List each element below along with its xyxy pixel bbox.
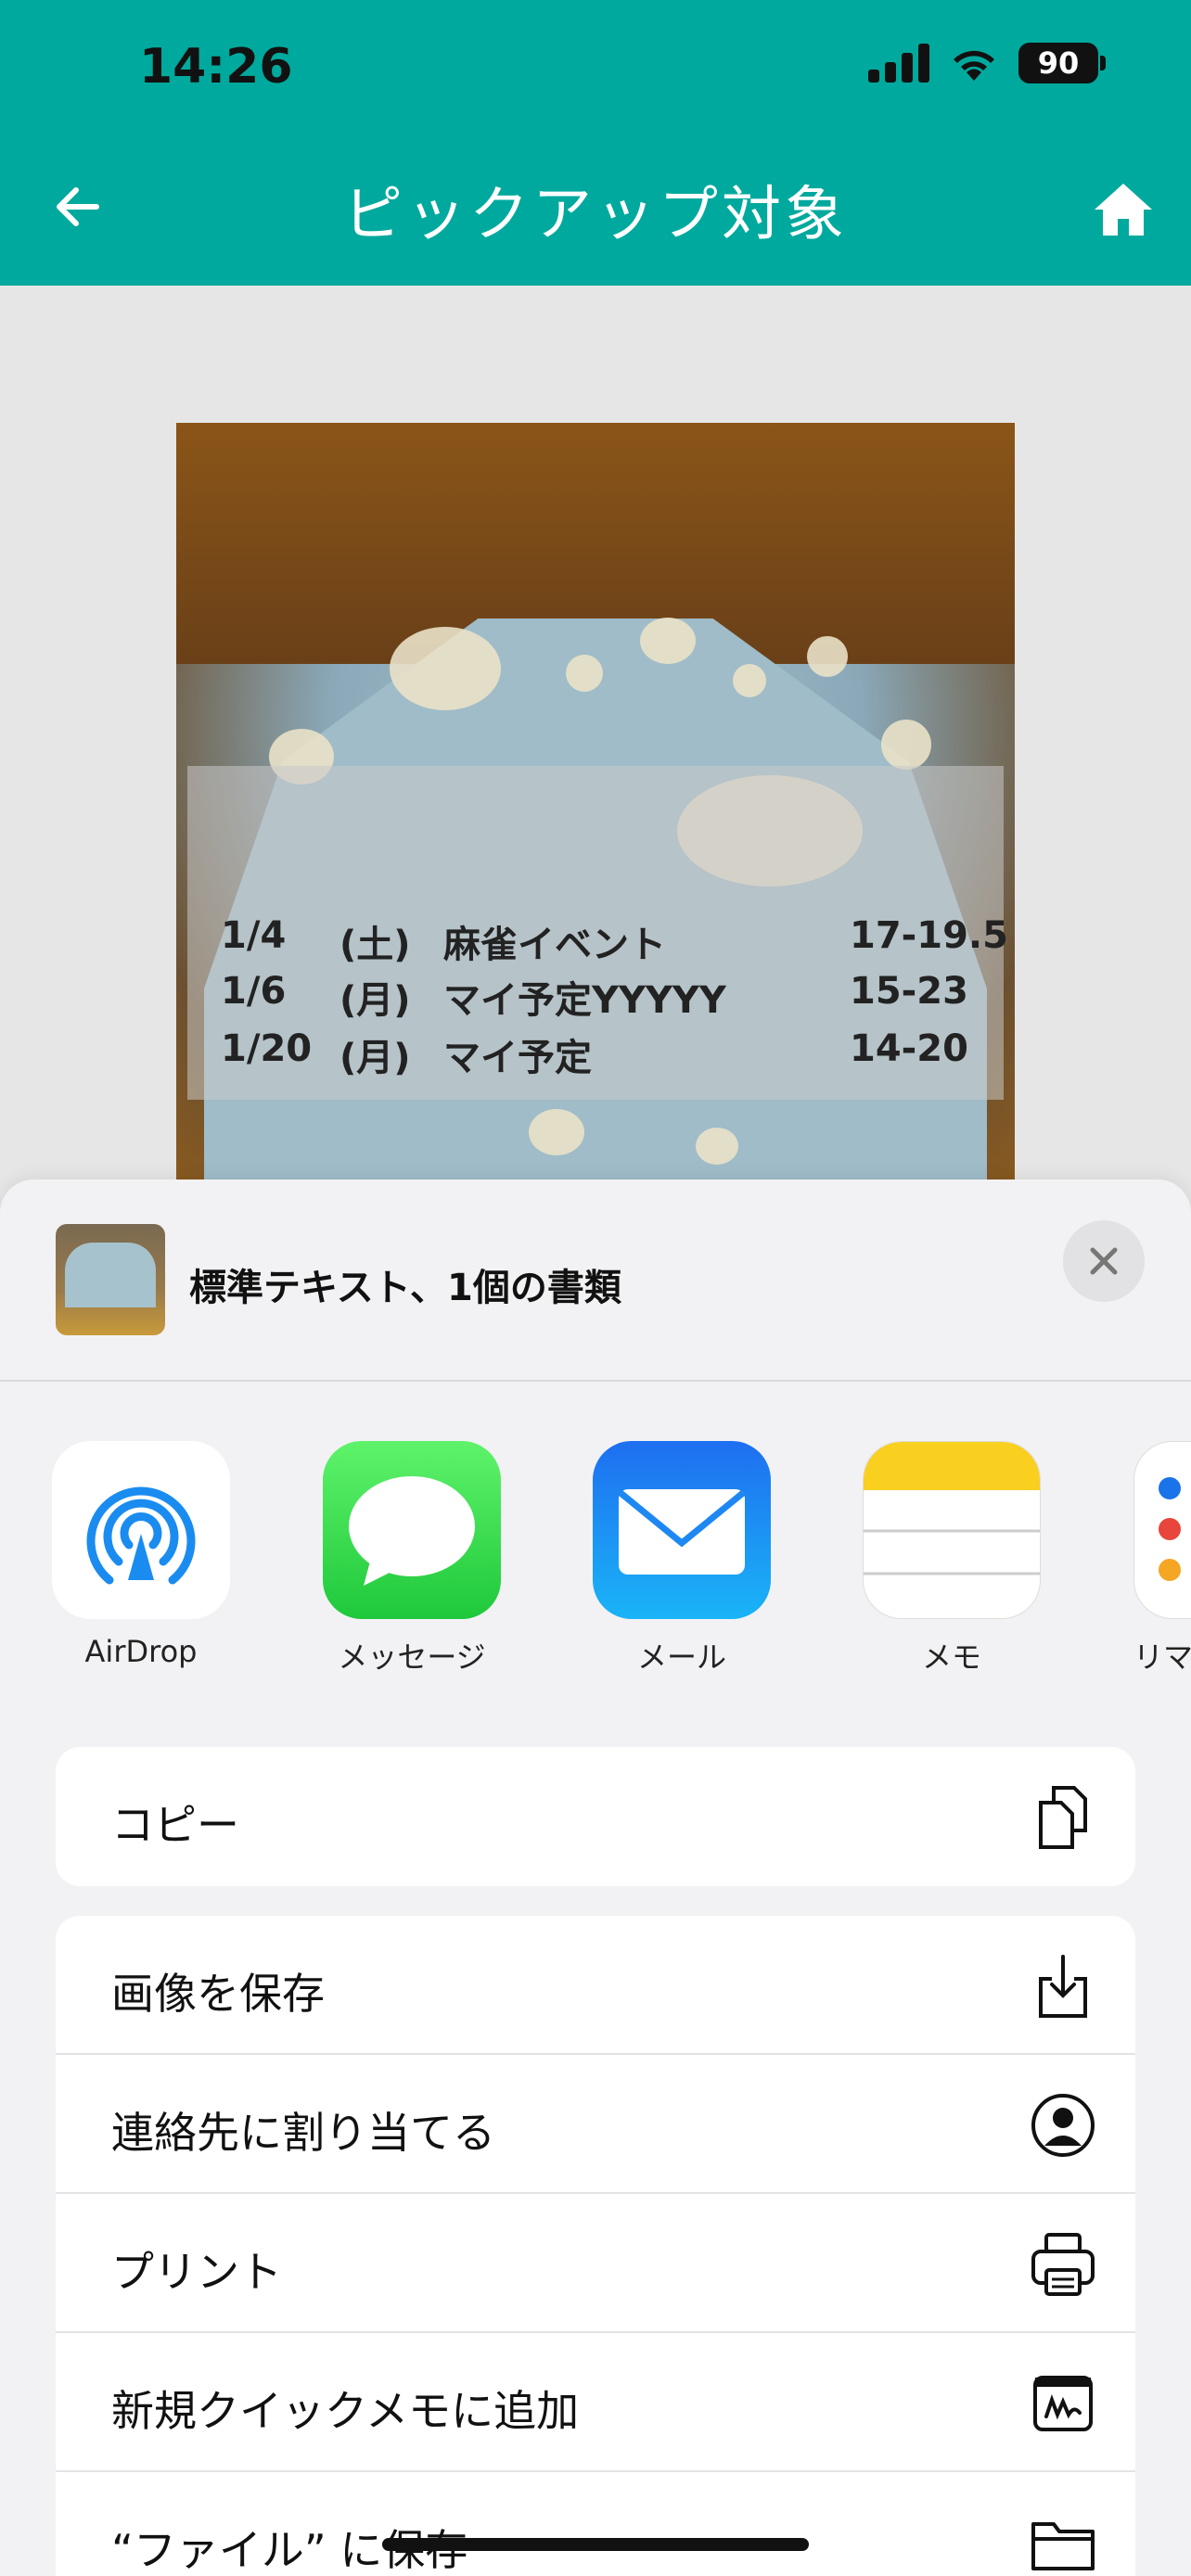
home-icon[interactable] xyxy=(1091,176,1156,241)
assign-contact-label: 連絡先に割り当てる xyxy=(111,2108,495,2158)
print-button[interactable]: プリント xyxy=(56,2194,1135,2333)
save-image-button[interactable]: 画像を保存 xyxy=(56,1916,1135,2055)
app-header: 14:26 90 ピックアップ対象 xyxy=(0,0,1191,286)
share-app-notes[interactable]: メモ xyxy=(863,1441,1041,1677)
app-label: AirDrop xyxy=(84,1634,198,1669)
quick-note-label: 新規クイックメモに追加 xyxy=(111,2386,580,2436)
app-label: メモ xyxy=(921,1639,981,1675)
app-label: メール xyxy=(636,1639,726,1675)
assign-contact-button[interactable]: 連絡先に割り当てる xyxy=(56,2055,1135,2194)
airdrop-icon xyxy=(52,1441,230,1619)
printer-icon xyxy=(1031,2233,1095,2296)
battery-icon: 90 xyxy=(1018,43,1106,83)
close-icon xyxy=(1090,1247,1118,1275)
share-apps-row: AirDrop メッセージ メール メモ リマ xyxy=(0,1441,1191,1682)
save-to-files-button[interactable]: “ファイル” に保存 xyxy=(56,2472,1135,2576)
copy-icon xyxy=(1039,1786,1087,1849)
download-icon xyxy=(1039,1955,1087,2018)
schedule-overlay: 1/4 (土) 麻雀イベント 17-19.5 1/6 (月) マイ予定YYYYY… xyxy=(187,766,1008,1100)
status-icons: 90 xyxy=(868,43,1106,83)
share-app-messages[interactable]: メッセージ xyxy=(323,1441,501,1677)
folder-icon xyxy=(1031,2522,1095,2570)
pickup-image: 1/4 (土) 麻雀イベント 17-19.5 1/6 (月) マイ予定YYYYY… xyxy=(176,423,1015,1183)
close-button[interactable] xyxy=(1063,1220,1145,1302)
quick-note-icon xyxy=(1033,2376,1093,2431)
copy-button[interactable]: コピー xyxy=(56,1747,1135,1886)
wifi-icon xyxy=(954,50,994,81)
actions-group: 画像を保存 連絡先に割り当てる プリント 新規クイックメモに追加 “ファイル” … xyxy=(56,1916,1135,2576)
reminders-icon xyxy=(1133,1441,1191,1619)
copy-group: コピー xyxy=(56,1747,1135,1886)
notes-icon xyxy=(863,1441,1041,1619)
share-app-reminders[interactable]: リマ xyxy=(1133,1441,1191,1677)
print-label: プリント xyxy=(111,2247,282,2297)
share-thumbnail xyxy=(56,1224,165,1335)
share-app-airdrop[interactable]: AirDrop xyxy=(52,1441,230,1669)
copy-label: コピー xyxy=(111,1800,239,1850)
cellular-signal-icon xyxy=(868,44,929,83)
app-label: リマ xyxy=(1133,1639,1191,1675)
app-label: メッセージ xyxy=(338,1639,486,1675)
share-sheet-header: 標準テキスト、1個の書類 xyxy=(0,1180,1191,1382)
save-image-label: 画像を保存 xyxy=(111,1969,325,2019)
status-time: 14:26 xyxy=(139,39,293,95)
share-app-mail[interactable]: メール xyxy=(593,1441,771,1677)
page-title: ピックアップ対象 xyxy=(343,181,848,249)
home-indicator[interactable] xyxy=(382,2538,809,2551)
mail-icon xyxy=(593,1441,771,1619)
quick-note-button[interactable]: 新規クイックメモに追加 xyxy=(56,2333,1135,2472)
messages-icon xyxy=(323,1441,501,1619)
person-circle-icon xyxy=(1031,2094,1095,2157)
share-title: 標準テキスト、1個の書類 xyxy=(189,1267,621,1309)
share-sheet: 標準テキスト、1個の書類 AirDrop メッセージ メール メモ リマ コピー… xyxy=(0,1180,1191,2576)
